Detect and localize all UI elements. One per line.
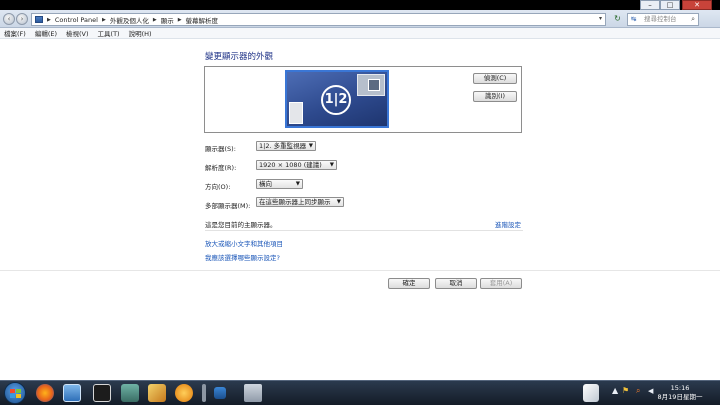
orientation-select[interactable]: 橫向 ▼: [256, 179, 303, 189]
cancel-button[interactable]: 取消: [435, 278, 477, 289]
chevron-down-icon[interactable]: ▾: [599, 15, 602, 22]
apply-button[interactable]: 套用(A): [480, 278, 522, 289]
display-settings-icon[interactable]: [63, 384, 81, 402]
chevron-right-icon: ▶: [177, 16, 182, 23]
pen-icon[interactable]: [583, 384, 599, 402]
monitor-number: 1|2: [321, 85, 351, 115]
multi-display-value: 在這些顯示器上同步顯示: [259, 198, 331, 206]
clock[interactable]: 15:16 8月19日星期一: [650, 384, 710, 402]
menu-help[interactable]: 說明(H): [129, 28, 152, 38]
multi-display-select[interactable]: 在這些顯示器上同步顯示 ▼: [256, 197, 344, 207]
display-label: 顯示器(S):: [205, 145, 236, 153]
menu-view[interactable]: 檢視(V): [66, 28, 89, 38]
chevron-right-icon: ▶: [101, 16, 106, 23]
ok-button[interactable]: 確定: [388, 278, 430, 289]
chevron-down-icon: ▼: [308, 143, 313, 149]
start-button[interactable]: [4, 382, 26, 404]
menu-edit[interactable]: 編輯(E): [35, 28, 57, 38]
forward-icon[interactable]: ›: [16, 13, 28, 25]
resolution-label: 解析度(R):: [205, 164, 237, 172]
taskbar: ▲ ⚑ ⌕ ◀ 15:16 8月19日星期一: [0, 380, 720, 405]
display-select[interactable]: 1|2. 多重監視器 ▼: [256, 141, 316, 151]
detect-button[interactable]: 偵測(C): [473, 73, 517, 84]
chevron-right-icon: ▶: [47, 16, 51, 23]
chevron-down-icon: ▼: [336, 199, 341, 205]
fox-app-icon[interactable]: [93, 384, 111, 402]
search-tray-icon[interactable]: ⌕: [636, 386, 640, 396]
chevron-down-icon: ▼: [295, 181, 300, 187]
volume-mixer-icon[interactable]: [214, 387, 226, 399]
breadcrumb-screen-resolution[interactable]: 螢幕解析度: [186, 15, 219, 25]
minimize-button[interactable]: –: [640, 0, 660, 10]
breadcrumb-display[interactable]: 顯示: [161, 15, 174, 25]
search-input[interactable]: ↹ 搜尋控制台 ⌕: [627, 13, 699, 26]
breadcrumb-appearance[interactable]: 外觀及個人化: [110, 15, 149, 25]
clock-date: 8月19日星期一: [657, 393, 703, 401]
refresh-icon[interactable]: ↻: [612, 14, 623, 25]
search-icon[interactable]: ⌕: [691, 14, 695, 25]
display-help-link[interactable]: 我應該選擇哪些顯示設定?: [205, 252, 280, 262]
window-titlebar: ‹ › ▶ Control Panel ▶ 外觀及個人化 ▶ 顯示 ▶ 螢幕解析…: [0, 0, 720, 28]
identify-button[interactable]: 識別(I): [473, 91, 517, 102]
top-strip: [0, 0, 720, 10]
window-preview: [289, 102, 303, 124]
divider: [0, 270, 720, 271]
resolution-select[interactable]: 1920 × 1080 (建議) ▼: [256, 160, 337, 170]
search-placeholder: 搜尋控制台: [644, 15, 677, 23]
advanced-settings-link[interactable]: 進階設定: [495, 219, 521, 229]
tools-app-icon[interactable]: [148, 384, 166, 402]
stack-app-icon[interactable]: [121, 384, 139, 402]
main-content: 變更顯示器的外觀 1|2 偵測(C) 識別(I) 顯示器(S): 1|2. 多重…: [0, 40, 720, 380]
chevron-right-icon: ▶: [152, 16, 157, 23]
divider: [205, 230, 523, 231]
close-button[interactable]: ✕: [682, 0, 712, 10]
search-prefix-icon: ↹: [631, 15, 637, 23]
menu-bar: 檔案(F) 編輯(E) 檢視(V) 工具(T) 說明(H): [0, 28, 720, 39]
recycle-bin-icon[interactable]: [244, 384, 262, 402]
text-size-link[interactable]: 放大或縮小文字和其他項目: [205, 238, 283, 248]
maximize-button[interactable]: □: [660, 0, 680, 10]
page-title: 變更顯示器的外觀: [205, 52, 274, 62]
network-icon[interactable]: ⚑: [622, 386, 629, 395]
monitor-arrangement: 1|2 偵測(C) 識別(I): [204, 66, 522, 133]
window-preview: [357, 74, 385, 96]
back-icon[interactable]: ‹: [3, 13, 15, 25]
display-value: 1|2. 多重監視器: [259, 142, 307, 150]
separator-icon: [202, 384, 206, 402]
orientation-label: 方向(O):: [205, 183, 231, 191]
menu-file[interactable]: 檔案(F): [4, 28, 26, 38]
menu-tools[interactable]: 工具(T): [98, 28, 120, 38]
orientation-value: 橫向: [259, 180, 272, 188]
chevron-down-icon: ▼: [329, 162, 334, 168]
multi-display-label: 多部顯示器(M):: [205, 202, 251, 210]
firefox-icon[interactable]: [36, 384, 54, 402]
monitor-thumbnail[interactable]: 1|2: [285, 70, 389, 128]
clock-time: 15:16: [670, 384, 690, 392]
status-text: 這是您目前的主顯示器。: [205, 221, 277, 229]
address-bar[interactable]: ▶ Control Panel ▶ 外觀及個人化 ▶ 顯示 ▶ 螢幕解析度 ▾: [31, 13, 606, 26]
media-player-icon[interactable]: [175, 384, 193, 402]
breadcrumb-control-panel[interactable]: Control Panel: [55, 16, 98, 24]
control-panel-icon: [35, 16, 43, 23]
resolution-value: 1920 × 1080 (建議): [259, 161, 322, 169]
tray-arrow-icon[interactable]: ▲: [612, 386, 618, 395]
